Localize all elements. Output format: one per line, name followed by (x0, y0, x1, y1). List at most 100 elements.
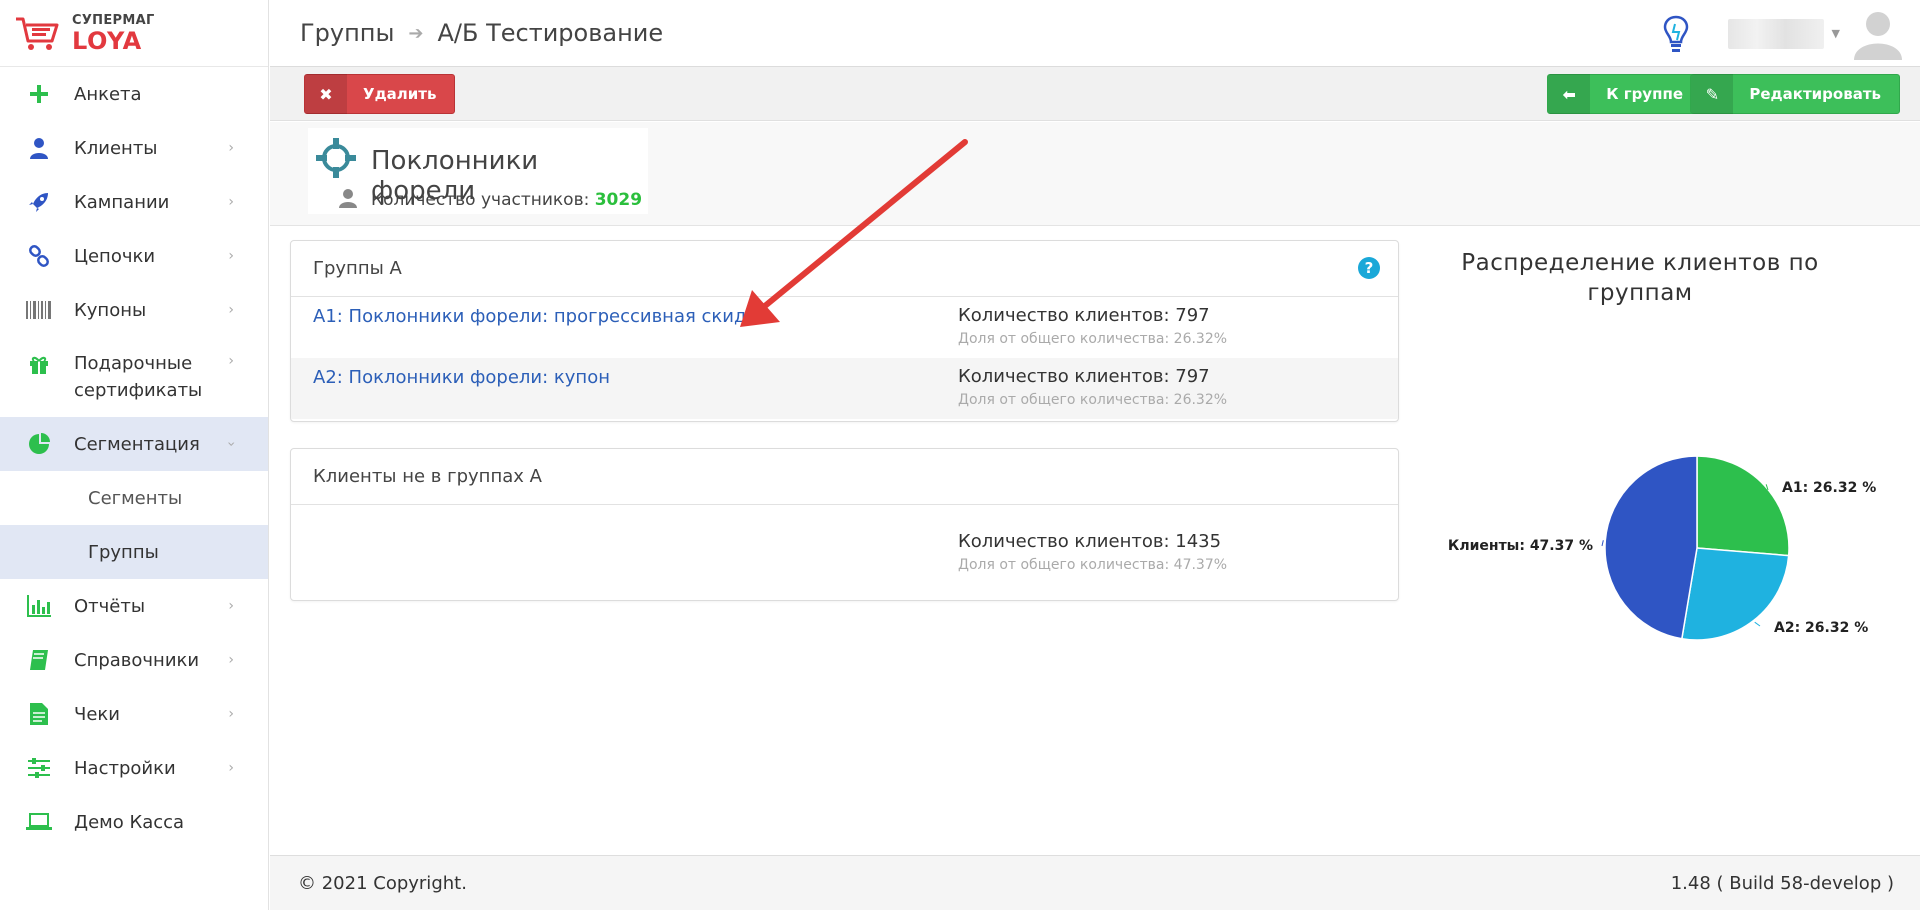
chevron-right-icon: › (228, 598, 234, 614)
group-card: Поклонники форели Количество участников:… (308, 128, 648, 214)
sidebar-subitem-groups[interactable]: Группы (0, 525, 268, 579)
chart-title: Распределение клиентов по группам (1461, 250, 1819, 306)
breadcrumb-current: А/Б Тестирование (437, 19, 664, 47)
sidebar-item-reports[interactable]: Отчёты › (0, 579, 268, 633)
chevron-right-icon: › (228, 760, 234, 776)
delete-button-label: Удалить (363, 85, 437, 103)
avatar[interactable] (1854, 8, 1902, 60)
crosshair-icon (316, 138, 356, 178)
back-to-group-button[interactable]: ⬅ К группе (1547, 74, 1702, 114)
link-icon (26, 243, 52, 269)
sidebar-item-anketa[interactable]: Анкета (0, 67, 268, 121)
sidebar-item-directories[interactable]: Справочники › (0, 633, 268, 687)
bar-chart-icon (26, 593, 52, 619)
delete-button[interactable]: ✖ Удалить (304, 74, 456, 114)
sidebar-item-label: Кампании (74, 191, 170, 213)
sidebar-subitem-label: Группы (88, 541, 159, 563)
panel-title-text: Клиенты не в группах А (313, 466, 542, 487)
chevron-right-icon: › (228, 302, 234, 318)
logo-line2: LOYA (72, 26, 142, 55)
chevron-down-icon: › (223, 441, 240, 447)
sidebar-item-label: Чеки (74, 703, 120, 725)
sidebar-subitem-segments[interactable]: Сегменты (0, 471, 268, 525)
sidebar-item-demo-cash[interactable]: Демо Касса (0, 795, 268, 849)
footer: © 2021 Copyright. 1.48 ( Build 58-develo… (270, 855, 1920, 910)
logo[interactable]: СУПЕРМАГ LOYA (0, 0, 268, 67)
document-icon (26, 701, 52, 727)
sidebar-item-segmentation[interactable]: Сегментация › (0, 417, 268, 471)
top-bar: Группы ➔ А/Б Тестирование ▼ (270, 0, 1920, 67)
client-share: Доля от общего количества: 26.32% (958, 392, 1228, 408)
client-share: Доля от общего количества: 47.37% (958, 557, 1228, 573)
copyright: © 2021 Copyright. (298, 873, 467, 894)
sidebar-item-coupons[interactable]: Купоны › (0, 283, 268, 337)
gift-icon (26, 351, 52, 377)
logo-line1: СУПЕРМАГ (72, 12, 155, 28)
sidebar-subitem-label: Сегменты (88, 487, 183, 509)
cart-logo-icon (16, 17, 59, 50)
group-a2-link[interactable]: А2: Поклонники форели: купон (313, 367, 610, 388)
arrow-right-icon: ➔ (408, 22, 424, 44)
chevron-right-icon: › (228, 248, 234, 264)
sidebar-item-label: Демо Касса (74, 811, 185, 833)
arrow-left-icon: ⬅ (1548, 74, 1591, 114)
chevron-right-icon: › (228, 194, 234, 210)
close-icon: ✖ (305, 74, 347, 114)
user-name-blurred[interactable] (1727, 18, 1824, 49)
laptop-icon (26, 809, 52, 835)
caret-down-icon[interactable]: ▼ (1832, 27, 1840, 40)
plus-icon (26, 81, 52, 107)
edit-button[interactable]: ✎ Редактировать (1690, 74, 1900, 114)
help-icon[interactable]: ? (1358, 257, 1380, 279)
members-count: 3029 (594, 190, 643, 210)
sidebar-item-label: Подарочные сертификаты (74, 353, 203, 401)
client-share: Доля от общего количества: 26.32% (958, 331, 1228, 347)
sidebar-item-chains[interactable]: Цепочки › (0, 229, 268, 283)
lightbulb-icon[interactable] (1662, 14, 1690, 54)
sidebar-item-receipts[interactable]: Чеки › (0, 687, 268, 741)
pie-chart-icon (26, 431, 52, 457)
sidebar-item-label: Клиенты (74, 137, 158, 159)
pie-data-label: А1: 26.32 % (1782, 480, 1876, 496)
back-button-label: К группе (1606, 85, 1683, 103)
sidebar-item-label: Справочники (74, 649, 200, 671)
pie-data-label: А2: 26.32 % (1774, 620, 1868, 636)
breadcrumb-groups[interactable]: Группы (300, 19, 394, 47)
chevron-right-icon: › (228, 652, 234, 668)
pie-connector (1754, 621, 1761, 627)
book-icon (26, 647, 52, 673)
group-a1-link[interactable]: А1: Поклонники форели: прогрессивная ски… (313, 306, 768, 327)
chevron-right-icon: › (228, 353, 234, 369)
sidebar-item-campaigns[interactable]: Кампании › (0, 175, 268, 229)
sidebar-item-settings[interactable]: Настройки › (0, 741, 268, 795)
edit-button-label: Редактировать (1749, 85, 1881, 103)
barcode-icon (26, 297, 52, 323)
chevron-right-icon: › (228, 706, 234, 722)
sidebar-item-label: Настройки (74, 757, 176, 779)
sidebar-item-gift-certificates[interactable]: Подарочные сертификаты › (0, 337, 268, 417)
pie-slice-2[interactable] (1680, 547, 1790, 641)
pie-chart: А1: 26.32 % А2: 26.32 % Клиенты: 47.37 % (1448, 455, 1876, 641)
annotation-arrow (740, 139, 968, 327)
members-label: Количество участников: (371, 190, 590, 210)
pie-connector (1601, 540, 1604, 547)
pie-slice-3[interactable] (1604, 455, 1698, 640)
client-count: Количество клиентов: 1435 (958, 531, 1222, 552)
panel-title: Клиенты не в группах А (291, 449, 1398, 505)
pencil-icon: ✎ (1691, 74, 1734, 114)
pie-data-label: Клиенты: 47.37 % (1448, 538, 1593, 554)
user-icon (339, 189, 357, 208)
sidebar-item-label: Анкета (74, 83, 142, 105)
sidebar-item-label: Цепочки (74, 245, 156, 267)
table-row: А2: Поклонники форели: купон Количество … (291, 358, 1398, 419)
panel-title-text: Группы А (313, 258, 402, 279)
sidebar-item-clients[interactable]: Клиенты › (0, 121, 268, 175)
clients-not-in-groups-panel: Клиенты не в группах А Количество клиент… (290, 448, 1399, 601)
chevron-right-icon: › (228, 140, 234, 156)
version: 1.48 ( Build 58-develop ) (1670, 873, 1894, 894)
user-icon (26, 135, 52, 161)
pie-slice-1[interactable] (1696, 455, 1790, 557)
table-row: Количество клиентов: 1435 Доля от общего… (291, 505, 1398, 600)
client-count: Количество клиентов: 797 (958, 305, 1210, 326)
sliders-icon (26, 755, 52, 781)
